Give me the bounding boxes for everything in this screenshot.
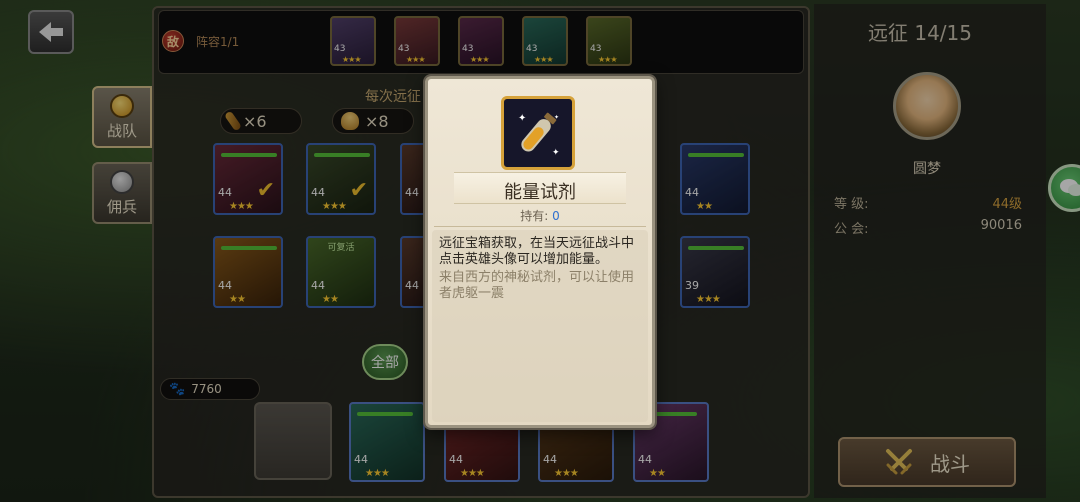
held-label: 持有: [520,209,549,223]
held-value: 0 [552,209,560,223]
item-description: 远征宝箱获取，在当天远征战斗中点击英雄头像可以增加能量。 来自西方的神秘试剂，可… [432,230,648,422]
held-count: 持有: 0 [454,207,626,224]
item-frame: ✦ ✦ ✦ [501,96,575,170]
svg-text:✦: ✦ [518,113,526,124]
item-flavor-text: 来自西方的神秘试剂，可以让使用者虎躯一震 [439,270,635,301]
item-source-text: 远征宝箱获取，在当天远征战斗中点击英雄头像可以增加能量。 [439,236,635,267]
svg-text:✦: ✦ [552,148,560,158]
svg-text:✦: ✦ [554,114,559,121]
divider [434,226,646,227]
energy-potion-icon: ✦ ✦ ✦ [518,112,560,158]
item-name: 能量试剂 [504,182,576,203]
